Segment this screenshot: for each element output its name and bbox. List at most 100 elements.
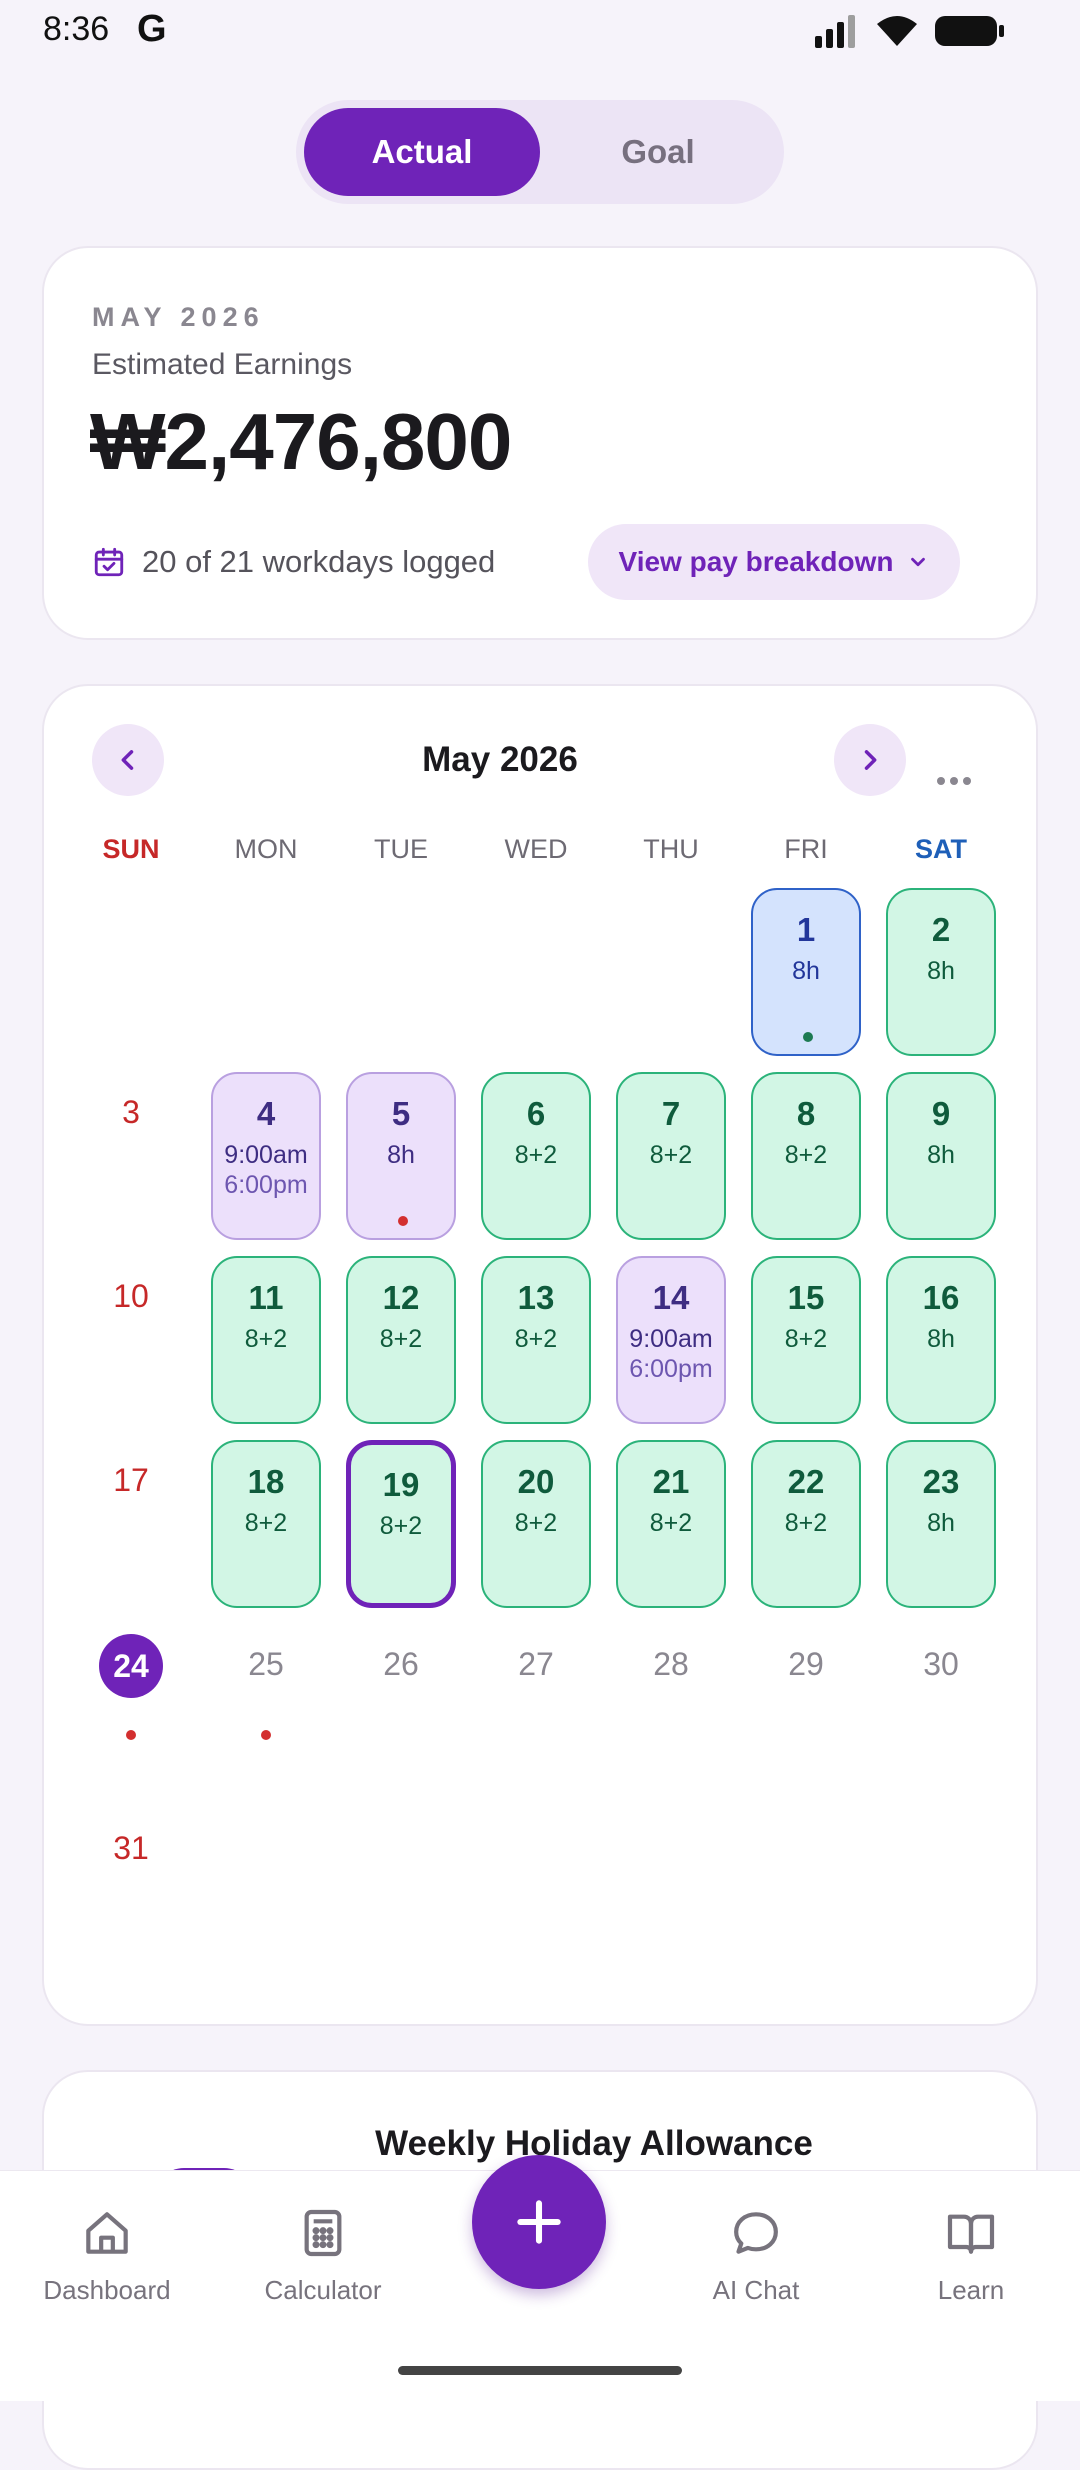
day-number: 26 xyxy=(383,1646,419,1682)
day-number: 19 xyxy=(382,1466,420,1503)
day-number: 10 xyxy=(113,1278,149,1314)
actual-goal-toggle: Actual Goal xyxy=(296,100,784,204)
calendar-day[interactable]: 13 8+2 xyxy=(481,1256,591,1424)
wifi-icon xyxy=(877,16,917,46)
calendar-day[interactable]: 23 8h xyxy=(886,1440,996,1608)
workdays-logged: 20 of 21 workdays logged xyxy=(92,544,495,580)
day-number: 9 xyxy=(931,1095,951,1132)
day-hours: 8+2 xyxy=(514,1141,558,1169)
calendar-day[interactable]: 22 8+2 xyxy=(751,1440,861,1608)
calendar-day[interactable]: 31 xyxy=(76,1808,186,1976)
day-hours: 9:00am xyxy=(629,1325,713,1353)
estimated-earnings-label: Estimated Earnings xyxy=(92,348,353,381)
more-options-icon[interactable] xyxy=(936,776,972,786)
day-hours: 8+2 xyxy=(649,1141,693,1169)
day-number: 21 xyxy=(652,1463,690,1500)
calendar-day[interactable]: 14 9:00am 6:00pm xyxy=(616,1256,726,1424)
calendar-day[interactable]: 1 8h xyxy=(751,888,861,1056)
calendar-day[interactable]: 30 xyxy=(886,1624,996,1792)
day-hours: 8+2 xyxy=(244,1325,288,1353)
calendar-day[interactable]: 16 8h xyxy=(886,1256,996,1424)
day-hours: 8h xyxy=(927,1141,955,1169)
day-number: 8 xyxy=(796,1095,816,1132)
nav-calculator[interactable]: Calculator xyxy=(233,2205,413,2306)
calendar-day[interactable]: 19 8+2 xyxy=(346,1440,456,1608)
day-number: 6 xyxy=(526,1095,546,1132)
calendar-day[interactable]: 11 8+2 xyxy=(211,1256,321,1424)
calendar-day[interactable]: 24 xyxy=(76,1624,186,1792)
holiday-marker-dot xyxy=(398,1216,408,1226)
home-indicator xyxy=(398,2366,682,2375)
calendar-day[interactable]: 12 8+2 xyxy=(346,1256,456,1424)
nav-dashboard-label: Dashboard xyxy=(43,2275,171,2305)
day-hours: 8+2 xyxy=(514,1509,558,1537)
calendar-day[interactable]: 6 8+2 xyxy=(481,1072,591,1240)
calendar-day[interactable]: 3 xyxy=(76,1072,186,1240)
goal-tab[interactable]: Goal xyxy=(540,108,776,196)
day-hours: 8+2 xyxy=(649,1509,693,1537)
nav-ai-chat[interactable]: AI Chat xyxy=(666,2205,846,2306)
day-hours: 8h xyxy=(927,1325,955,1353)
day-number: 13 xyxy=(517,1279,555,1316)
nav-learn[interactable]: Learn xyxy=(881,2205,1061,2306)
calendar-day[interactable]: 28 xyxy=(616,1624,726,1792)
calendar-check-icon xyxy=(94,547,124,577)
day-number: 12 xyxy=(382,1279,420,1316)
day-number: 28 xyxy=(653,1646,689,1682)
day-hours: 9:00am xyxy=(224,1141,308,1169)
earnings-amount: ₩2,476,800 xyxy=(90,397,512,486)
calendar-day[interactable]: 26 xyxy=(346,1624,456,1792)
calendar-day[interactable]: 17 xyxy=(76,1440,186,1608)
day-hours: 8+2 xyxy=(379,1512,423,1540)
google-icon: G xyxy=(137,8,167,50)
day-hours: 8+2 xyxy=(784,1509,828,1537)
nav-learn-label: Learn xyxy=(937,2275,1005,2305)
nav-dashboard[interactable]: Dashboard xyxy=(17,2205,197,2306)
calendar-day[interactable]: 20 8+2 xyxy=(481,1440,591,1608)
add-entry-button[interactable] xyxy=(472,2155,606,2289)
nav-calculator-label: Calculator xyxy=(264,2275,382,2305)
day-number: 27 xyxy=(518,1646,554,1682)
day-hours: 8h xyxy=(927,1509,955,1537)
day-hours: 8h xyxy=(387,1141,415,1169)
weekday-label: MON xyxy=(234,834,298,864)
weekday-label: THU xyxy=(643,834,699,864)
day-hours: 8+2 xyxy=(514,1325,558,1353)
day-number: 20 xyxy=(517,1463,555,1500)
workdays-text: 20 of 21 workdays logged xyxy=(142,544,496,579)
day-number: 11 xyxy=(248,1279,284,1316)
day-number: 5 xyxy=(391,1095,411,1132)
day-number: 14 xyxy=(652,1279,690,1316)
holiday-allowance-title: Weekly Holiday Allowance xyxy=(375,2124,813,2163)
calendar-day[interactable]: 15 8+2 xyxy=(751,1256,861,1424)
calendar-day[interactable]: 2 8h xyxy=(886,888,996,1056)
day-end-time: 6:00pm xyxy=(224,1171,308,1199)
calendar-card: May 2026 SUN MON TUE WED THU FRI SAT 1 8h 2 8h 3 4 9… xyxy=(42,684,1038,2026)
view-pay-breakdown-button[interactable]: View pay breakdown xyxy=(588,524,960,600)
day-number: 29 xyxy=(788,1646,824,1682)
calculator-icon xyxy=(304,2209,342,2257)
actual-tab[interactable]: Actual xyxy=(304,108,540,196)
calendar-day[interactable]: 21 8+2 xyxy=(616,1440,726,1608)
calendar-day[interactable]: 18 8+2 xyxy=(211,1440,321,1608)
calendar-day[interactable]: 5 8h xyxy=(346,1072,456,1240)
calendar-day[interactable]: 7 8+2 xyxy=(616,1072,726,1240)
next-month-button[interactable] xyxy=(834,724,906,796)
day-hours: 8+2 xyxy=(379,1325,423,1353)
home-icon xyxy=(86,2212,128,2254)
calendar-day[interactable]: 8 8+2 xyxy=(751,1072,861,1240)
weekday-label: TUE xyxy=(374,834,428,864)
weekday-label: FRI xyxy=(784,834,828,864)
day-end-time: 6:00pm xyxy=(629,1355,713,1383)
calendar-day[interactable]: 29 xyxy=(751,1624,861,1792)
weekday-label: WED xyxy=(504,834,568,864)
calendar-day[interactable]: 10 xyxy=(76,1256,186,1424)
pay-breakdown-label: View pay breakdown xyxy=(618,546,894,577)
calendar-day[interactable]: 25 xyxy=(211,1624,321,1792)
plus-icon xyxy=(517,2200,561,2244)
calendar-day[interactable]: 27 xyxy=(481,1624,591,1792)
calendar-day[interactable]: 4 9:00am 6:00pm xyxy=(211,1072,321,1240)
calendar-day[interactable]: 9 8h xyxy=(886,1072,996,1240)
day-number: 1 xyxy=(796,911,816,948)
day-hours: 8h xyxy=(927,957,955,985)
